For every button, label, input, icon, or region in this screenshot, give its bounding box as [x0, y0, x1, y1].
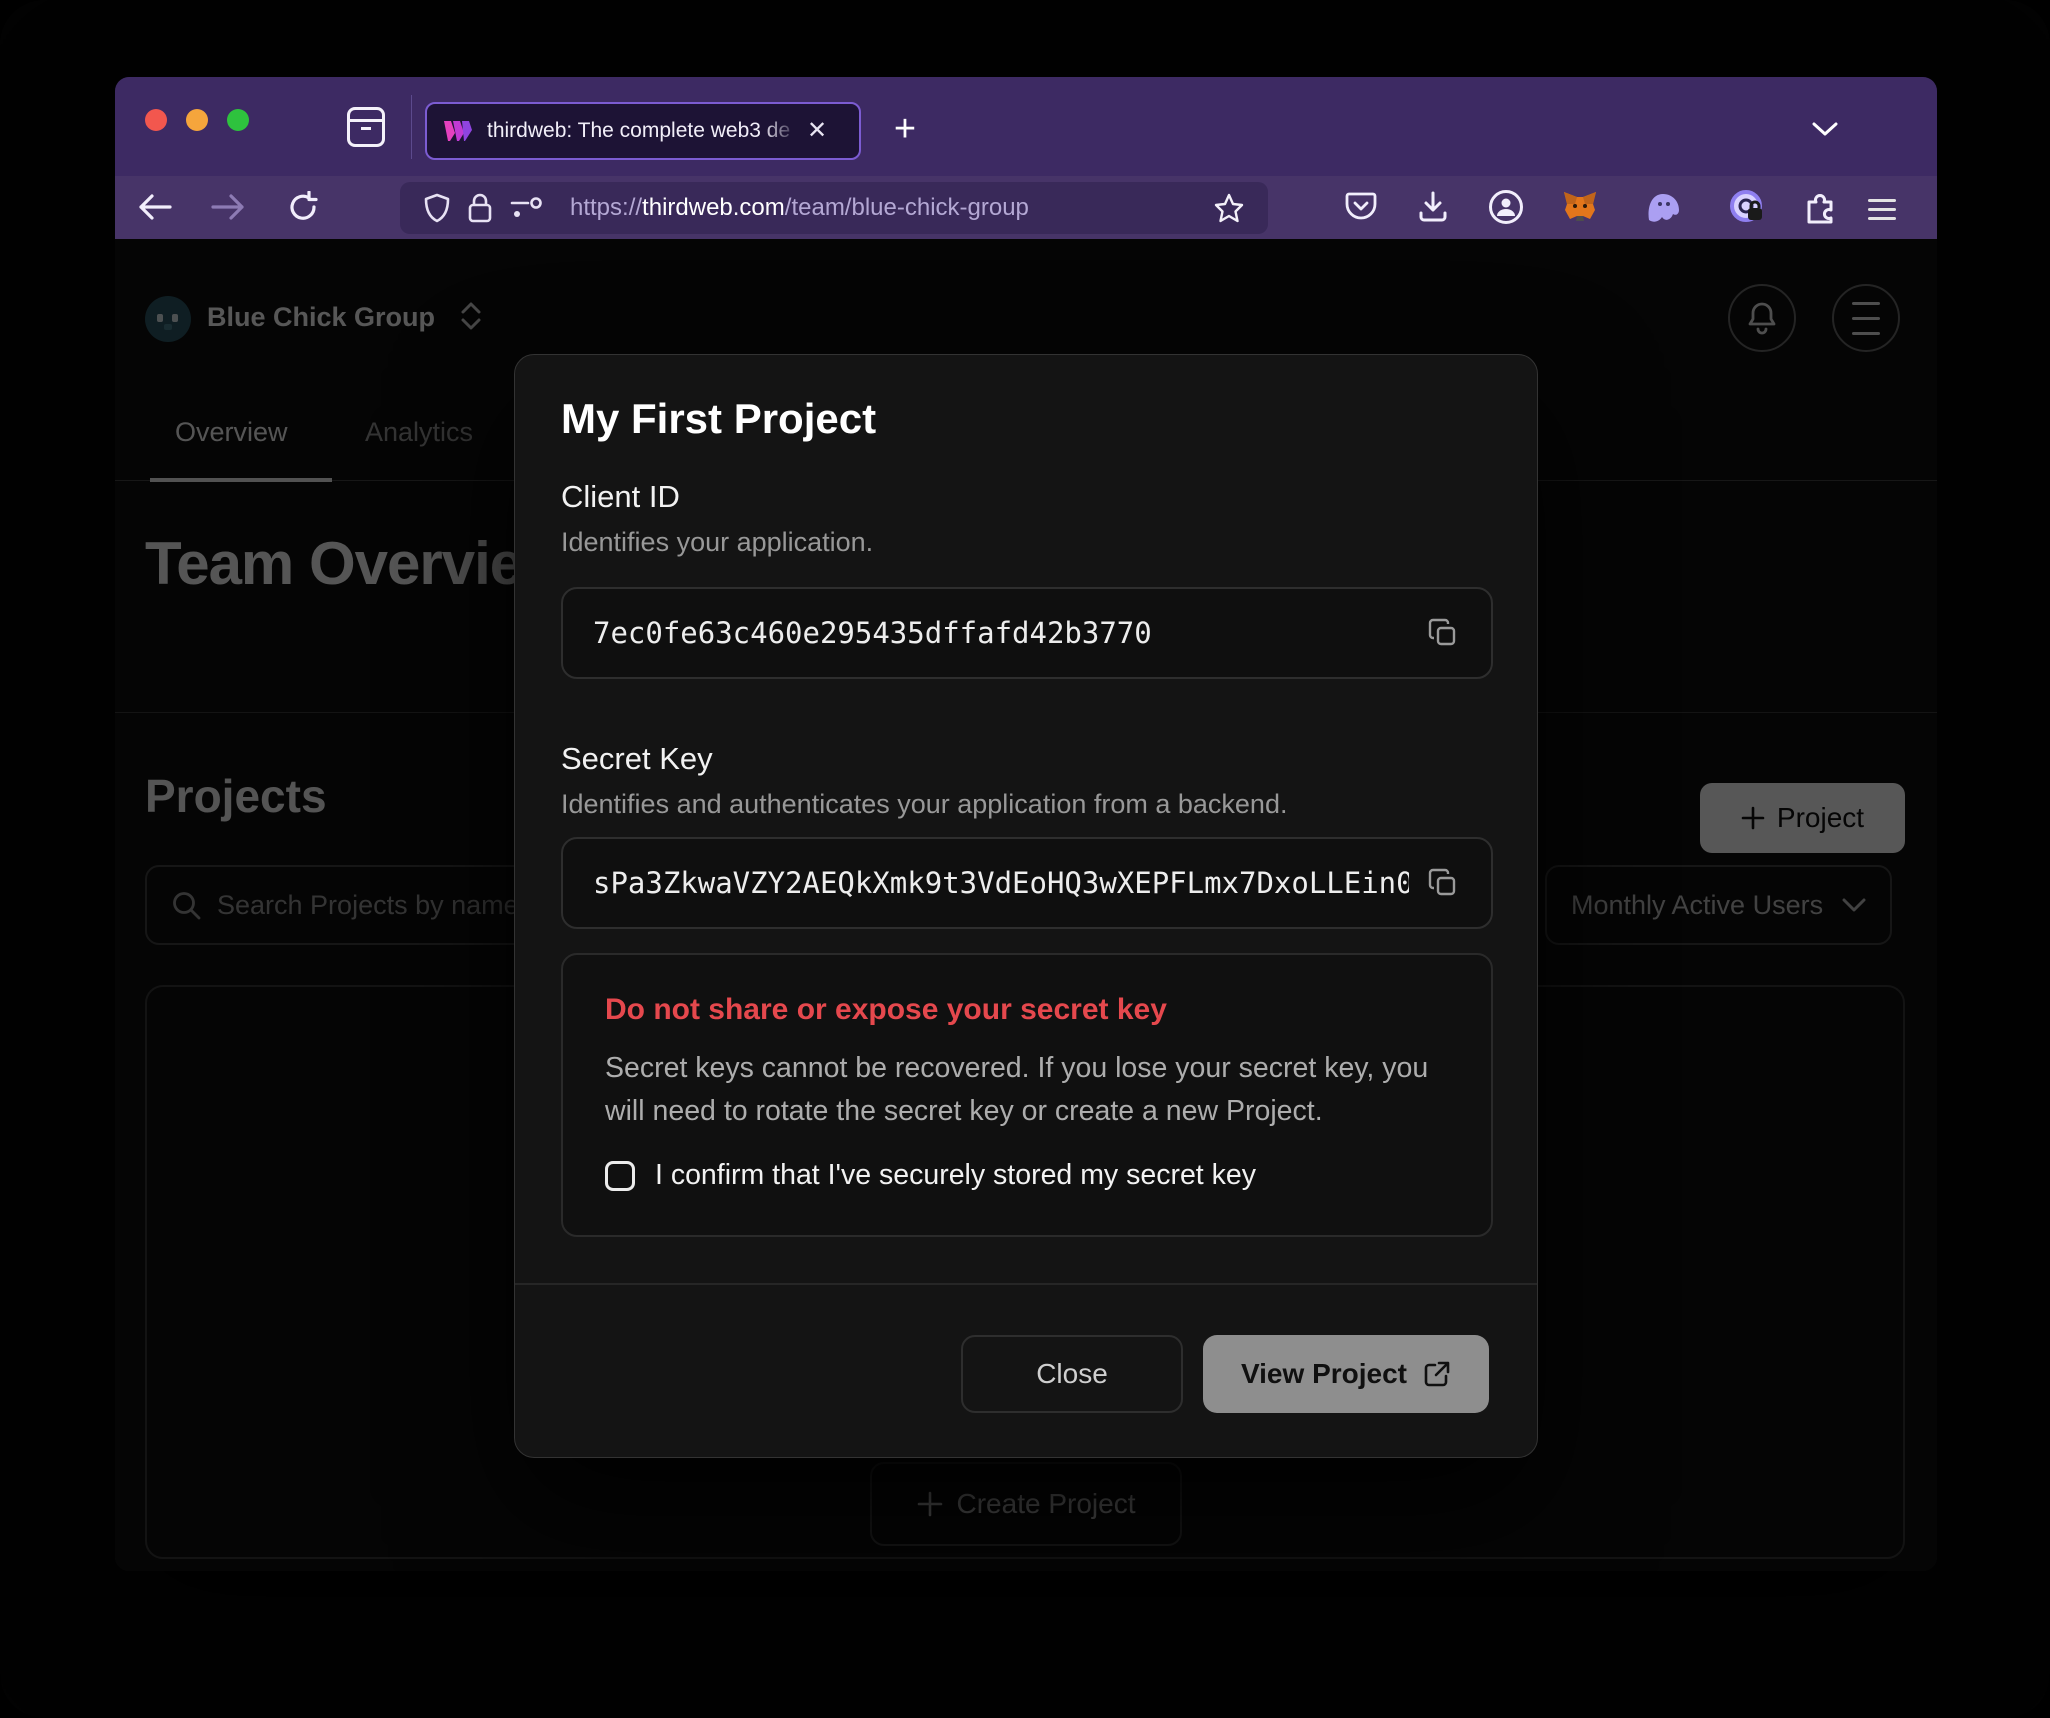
url-bar[interactable]: https://thirdweb.com/team/blue-chick-gro… — [400, 182, 1268, 234]
lock-icon[interactable] — [468, 193, 492, 223]
browser-tab[interactable]: thirdweb: The complete web3 de ✕ — [425, 102, 861, 160]
confirm-stored-checkbox[interactable] — [605, 1161, 635, 1191]
list-all-tabs-button[interactable] — [1803, 111, 1847, 147]
url-domain: thirdweb.com — [642, 194, 785, 221]
copy-icon — [1428, 618, 1458, 648]
secret-key-value: sPa3ZkwaVZY2AEQkXmk9t3VdEoHQ3wXEPFLmx7Dx… — [593, 866, 1409, 900]
view-project-label: View Project — [1241, 1358, 1407, 1390]
view-project-button[interactable]: View Project — [1203, 1335, 1489, 1413]
modal-footer: Close View Project — [515, 1283, 1537, 1459]
copy-secret-key-button[interactable] — [1425, 865, 1461, 901]
chevron-down-icon — [1812, 122, 1838, 136]
extensions-puzzle-icon[interactable] — [1800, 187, 1840, 227]
secret-key-description: Identifies and authenticates your applic… — [561, 789, 1287, 820]
privacy-extension-icon[interactable] — [1727, 187, 1767, 227]
bookmark-star-icon[interactable] — [1214, 193, 1244, 223]
phantom-icon[interactable] — [1643, 187, 1683, 227]
copy-icon — [1428, 868, 1458, 898]
url-path: /team/blue-chick-group — [785, 194, 1029, 221]
pocket-icon[interactable] — [1341, 187, 1381, 227]
tracking-protection-shield-icon[interactable] — [424, 193, 450, 223]
secret-key-warning-box: Do not share or expose your secret key S… — [561, 953, 1493, 1237]
url-protocol: https:// — [570, 194, 642, 221]
client-id-description: Identifies your application. — [561, 527, 873, 558]
tab-title: thirdweb: The complete web3 de — [487, 119, 799, 143]
browser-window: thirdweb: The complete web3 de ✕ + — [115, 77, 1937, 1571]
close-button[interactable]: Close — [961, 1335, 1183, 1413]
window-zoom-button[interactable] — [227, 109, 249, 131]
tab-separator — [411, 95, 412, 159]
page-content: Blue Chick Group Overview Analytics Team… — [115, 239, 1937, 1571]
downloads-icon[interactable] — [1413, 187, 1453, 227]
window-minimize-button[interactable] — [186, 109, 208, 131]
warning-title: Do not share or expose your secret key — [605, 993, 1167, 1027]
secret-key-label: Secret Key — [561, 741, 713, 777]
new-tab-button[interactable]: + — [881, 103, 929, 155]
screenshot-canvas: thirdweb: The complete web3 de ✕ + — [0, 0, 2050, 1718]
client-id-label: Client ID — [561, 479, 680, 515]
browser-tab-bar: thirdweb: The complete web3 de ✕ + — [115, 77, 1937, 176]
thirdweb-favicon — [443, 119, 473, 143]
firefox-view-icon[interactable] — [347, 107, 385, 147]
confirm-stored-label: I confirm that I've securely stored my s… — [655, 1159, 1256, 1192]
project-details-modal: My First Project Client ID Identifies yo… — [514, 354, 1538, 1458]
permissions-icon[interactable] — [510, 195, 544, 221]
metamask-icon[interactable] — [1560, 187, 1600, 227]
forward-button[interactable] — [208, 187, 248, 227]
secret-key-field[interactable]: sPa3ZkwaVZY2AEQkXmk9t3VdEoHQ3wXEPFLmx7Dx… — [561, 837, 1493, 929]
external-link-icon — [1423, 1360, 1451, 1388]
account-icon[interactable] — [1486, 187, 1526, 227]
client-id-field[interactable]: 7ec0fe63c460e295435dffafd42b3770 — [561, 587, 1493, 679]
url-text: https://thirdweb.com/team/blue-chick-gro… — [570, 194, 1029, 222]
back-button[interactable] — [135, 187, 175, 227]
app-menu-hamburger-icon[interactable] — [1868, 187, 1908, 227]
modal-title: My First Project — [561, 395, 876, 443]
window-close-button[interactable] — [145, 109, 167, 131]
browser-toolbar: https://thirdweb.com/team/blue-chick-gro… — [115, 176, 1937, 239]
reload-button[interactable] — [283, 187, 323, 227]
tab-close-icon[interactable]: ✕ — [807, 119, 827, 143]
client-id-value: 7ec0fe63c460e295435dffafd42b3770 — [593, 616, 1409, 650]
warning-body: Secret keys cannot be recovered. If you … — [605, 1047, 1435, 1134]
copy-client-id-button[interactable] — [1425, 615, 1461, 651]
